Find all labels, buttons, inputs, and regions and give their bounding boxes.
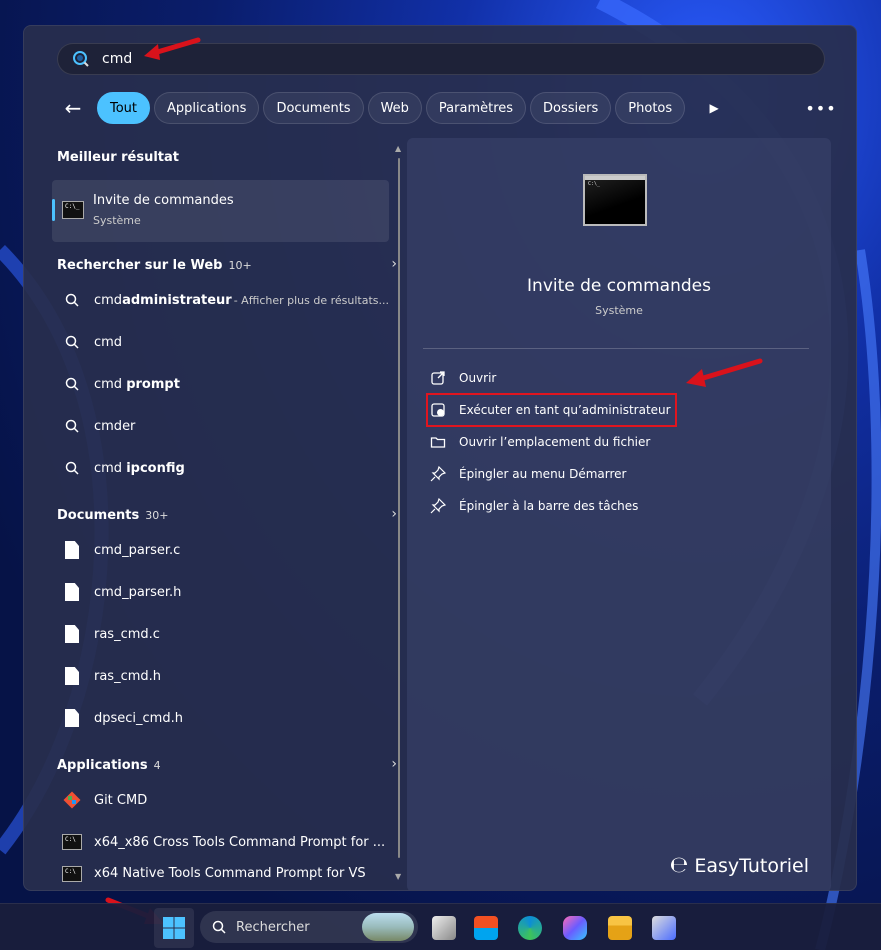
documents-count: 30+: [145, 509, 169, 522]
search-icon: [212, 920, 226, 934]
document-item[interactable]: cmd_parser.h: [52, 574, 389, 610]
file-icon: [62, 625, 82, 643]
more-options-icon[interactable]: •••: [805, 92, 837, 124]
search-icon: [62, 461, 82, 475]
app-item[interactable]: C:\ x64 Native Tools Command Prompt for …: [52, 866, 389, 888]
detail-pane: C:\_ Invite de commandes Système Ouvrir …: [407, 138, 831, 890]
annotation-arrow-icon: [686, 358, 763, 387]
tab-applications[interactable]: Applications: [154, 92, 260, 124]
cmd-app-icon: C:\_: [62, 201, 84, 219]
watermark: ℮ EasyTutoriel: [669, 853, 810, 878]
store-icon[interactable]: [474, 916, 498, 940]
scroll-up-icon[interactable]: ▲: [395, 144, 401, 153]
divider: [423, 348, 809, 349]
web-count: 10+: [228, 259, 252, 272]
easytutoriel-logo-icon: ℮: [669, 853, 689, 878]
pin-to-taskbar-action[interactable]: Épingler à la barre des tâches: [429, 492, 679, 520]
annotation-arrow-icon: [144, 37, 201, 60]
search-icon: [73, 51, 89, 67]
file-icon: [62, 709, 82, 727]
documents-heading[interactable]: Documents 30+: [57, 508, 168, 523]
selection-indicator: [52, 199, 55, 221]
app-item[interactable]: C:\ x64_x86 Cross Tools Command Prompt f…: [52, 824, 389, 860]
start-button[interactable]: [154, 908, 194, 948]
task-view-icon[interactable]: [432, 916, 456, 940]
document-item[interactable]: ras_cmd.c: [52, 616, 389, 652]
best-match-title: Invite de commandes: [93, 193, 234, 208]
best-match-item[interactable]: C:\_ Invite de commandes Système: [52, 180, 389, 242]
shield-admin-icon: [429, 401, 447, 419]
filter-tabs: ← Tout Applications Documents Web Paramè…: [57, 92, 837, 124]
more-tabs-play-icon[interactable]: ▶: [703, 97, 725, 119]
copilot-icon[interactable]: [563, 916, 587, 940]
edge-icon[interactable]: [518, 916, 542, 940]
terminal-icon: C:\: [62, 866, 82, 882]
search-highlight-image: [362, 913, 414, 941]
search-icon: [62, 419, 82, 433]
taskbar-search[interactable]: Rechercher: [200, 911, 418, 943]
pin-icon: [429, 497, 447, 515]
open-action[interactable]: Ouvrir: [429, 364, 679, 392]
taskbar-search-placeholder: Rechercher: [236, 919, 310, 935]
tab-tout[interactable]: Tout: [97, 92, 151, 124]
document-item[interactable]: dpseci_cmd.h: [52, 700, 389, 736]
web-result[interactable]: cmder: [52, 408, 389, 444]
open-file-location-action[interactable]: Ouvrir l’emplacement du fichier: [429, 428, 679, 456]
pin-icon: [429, 465, 447, 483]
folder-icon: [429, 433, 447, 451]
detail-title: Invite de commandes: [527, 276, 711, 296]
tab-web[interactable]: Web: [367, 92, 422, 124]
web-result[interactable]: cmd: [52, 324, 389, 360]
file-icon: [62, 583, 82, 601]
back-arrow-icon[interactable]: ←: [57, 92, 89, 124]
tab-documents[interactable]: Documents: [263, 92, 364, 124]
run-as-admin-action[interactable]: Exécuter en tant qu’administrateur: [429, 396, 679, 424]
applications-count: 4: [153, 759, 161, 772]
results-scrollbar[interactable]: ▲ ▼: [394, 144, 404, 884]
tab-photos[interactable]: Photos: [615, 92, 686, 124]
git-icon: [62, 791, 82, 809]
tab-dossiers[interactable]: Dossiers: [530, 92, 612, 124]
file-icon: [62, 541, 82, 559]
best-match-heading: Meilleur résultat: [57, 150, 180, 165]
detail-subtitle: Système: [595, 304, 643, 317]
start-search-panel: ← Tout Applications Documents Web Paramè…: [23, 25, 857, 891]
file-icon: [62, 667, 82, 685]
results-list: Meilleur résultat C:\_ Invite de command…: [47, 144, 403, 890]
scrollbar-thumb[interactable]: [398, 158, 400, 858]
applications-heading[interactable]: Applications 4: [57, 758, 161, 773]
search-icon: [62, 335, 82, 349]
windows-logo-icon: [163, 917, 185, 939]
web-result[interactable]: cmd administrateur - Afficher plus de ré…: [52, 282, 389, 318]
file-explorer-icon[interactable]: [608, 916, 632, 940]
best-match-subtitle: Système: [93, 214, 141, 227]
web-result[interactable]: cmd ipconfig: [52, 450, 389, 486]
cmd-large-icon: C:\_: [583, 174, 647, 226]
search-icon: [62, 377, 82, 391]
web-heading[interactable]: Rechercher sur le Web 10+: [57, 258, 252, 273]
pin-to-start-action[interactable]: Épingler au menu Démarrer: [429, 460, 679, 488]
network-app-icon[interactable]: [652, 916, 676, 940]
document-item[interactable]: ras_cmd.h: [52, 658, 389, 694]
taskbar: Rechercher: [0, 903, 881, 950]
search-icon: [62, 293, 82, 307]
app-item[interactable]: Git CMD: [52, 782, 389, 818]
tab-parametres[interactable]: Paramètres: [425, 92, 527, 124]
terminal-icon: C:\: [62, 834, 82, 850]
open-external-icon: [429, 369, 447, 387]
web-result[interactable]: cmd prompt: [52, 366, 389, 402]
scroll-down-icon[interactable]: ▼: [395, 872, 401, 881]
document-item[interactable]: cmd_parser.c: [52, 532, 389, 568]
